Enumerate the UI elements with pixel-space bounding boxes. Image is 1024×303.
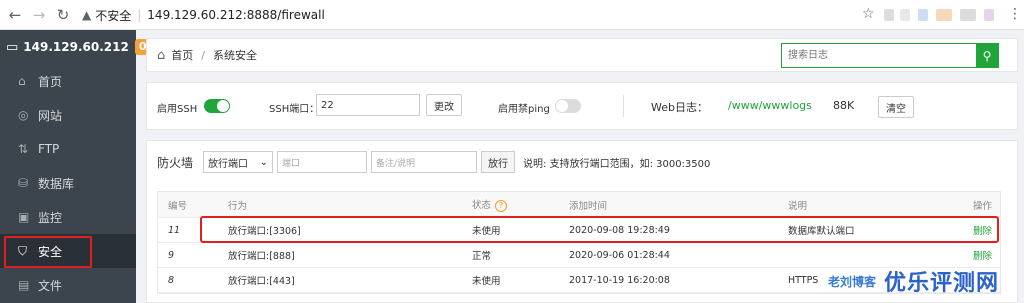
row-highlight-box: [200, 216, 999, 243]
browser-menu-icon[interactable]: ⋮: [1008, 6, 1022, 22]
search-input[interactable]: [782, 44, 976, 67]
firewall-title: 防火墙: [157, 155, 194, 170]
firewall-form: 防火墙 放行端口 ⌄ 端口 备注/说明 放行 说明: 支持放行端口范围，如: 30…: [157, 151, 710, 173]
ftp-icon: ⇅: [18, 142, 29, 156]
ssh-toggle-label: 启用SSH: [157, 104, 198, 115]
sidebar-item-label: 文件: [38, 278, 63, 293]
col-note: 说明: [788, 200, 808, 212]
server-header: ▭ 149.129.60.212 0: [0, 30, 151, 64]
col-id: 编号: [168, 200, 188, 212]
extension-icon[interactable]: [918, 9, 928, 21]
action-select[interactable]: 放行端口 ⌄: [203, 151, 274, 173]
note-input[interactable]: 备注/说明: [371, 151, 478, 173]
extension-icon[interactable]: [984, 9, 994, 21]
extension-icon[interactable]: [936, 9, 952, 21]
row-id: 11: [168, 224, 181, 236]
sidebar-item-label: 网站: [38, 108, 63, 123]
row-note: HTTPS: [788, 274, 819, 286]
folder-icon: ▤: [18, 278, 30, 292]
address-separator: |: [137, 8, 142, 22]
sidebar-item-ftp[interactable]: ⇅ FTP: [0, 132, 136, 166]
weblog-path[interactable]: /www/wwwlogs: [728, 99, 812, 112]
sidebar-item-monitor[interactable]: ▣ 监控: [0, 200, 136, 234]
breadcrumb-current: 系统安全: [212, 49, 257, 62]
allow-button[interactable]: 放行: [481, 151, 516, 173]
col-action: 行为: [228, 200, 248, 212]
weblog-size: 88K: [833, 99, 855, 112]
col-status-label: 状态: [472, 200, 492, 211]
row-action: 放行端口:[443]: [228, 276, 295, 287]
ping-toggle-label: 启用禁ping: [498, 104, 550, 115]
watermark-small: 老刘博客: [828, 274, 877, 289]
breadcrumb-home[interactable]: 首页: [171, 47, 193, 63]
chevron-down-icon: ⌄: [259, 156, 269, 168]
home-icon: ⌂: [18, 74, 26, 88]
weblog-label: Web日志：: [651, 101, 708, 114]
security-highlight-box: [4, 236, 92, 268]
breadcrumb: ⌂ 首页 / 系统安全 ⚲: [146, 38, 1018, 72]
delete-link[interactable]: 删除: [973, 248, 992, 262]
col-status: 状态?: [472, 197, 508, 212]
database-icon: ⛁: [18, 176, 29, 190]
settings-toolbar: 启用SSH SSH端口： 22 更改 启用禁ping Web日志： /www/w…: [146, 82, 1018, 130]
security-label: 不安全: [95, 8, 132, 23]
back-icon[interactable]: ←: [4, 4, 26, 26]
row-time: 2017-10-19 16:20:08: [569, 274, 670, 286]
watermark-big: 优乐评测网: [884, 271, 1000, 296]
ping-toggle[interactable]: [555, 99, 581, 113]
row-id: 8: [168, 274, 175, 286]
bookmark-star-icon[interactable]: ☆: [862, 6, 875, 22]
reload-icon[interactable]: ↻: [52, 4, 74, 26]
sidebar-item-files[interactable]: ▤ 文件: [0, 268, 136, 302]
monitor-icon: ▭: [6, 39, 19, 55]
sidebar-item-label: FTP: [38, 142, 60, 156]
help-icon[interactable]: ?: [495, 200, 508, 212]
extension-icon[interactable]: [884, 9, 894, 21]
table-header: 编号 行为 状态? 添加时间 说明 操作: [158, 192, 1000, 218]
home-icon[interactable]: ⌂: [157, 48, 165, 63]
row-id: 9: [168, 249, 175, 261]
row-action: 放行端口:[888]: [228, 251, 295, 262]
sidebar-item-database[interactable]: ⛁ 数据库: [0, 166, 136, 200]
address-bar[interactable]: ▲ 不安全 | 149.129.60.212:8888/firewall: [82, 4, 852, 26]
watermark: 老刘博客 优乐评测网: [828, 262, 999, 300]
col-time: 添加时间: [569, 200, 608, 212]
url-text: 149.129.60.212:8888/firewall: [147, 8, 325, 22]
extension-icon[interactable]: [900, 9, 910, 21]
search-icon[interactable]: ⚲: [976, 44, 998, 67]
sidebar-item-label: 数据库: [38, 176, 75, 191]
col-op: 操作: [972, 200, 992, 212]
port-input[interactable]: 端口: [277, 151, 368, 173]
extension-icon[interactable]: [960, 9, 976, 21]
sidebar-item-home[interactable]: ⌂ 首页: [0, 64, 136, 98]
sidebar-item-label: 首页: [38, 74, 63, 89]
row-status: 正常: [472, 251, 492, 262]
browser-toolbar: ← → ↻ ▲ 不安全 | 149.129.60.212:8888/firewa…: [0, 0, 1024, 30]
firewall-hint: 说明: 支持放行端口范围，如: 3000:3500: [523, 158, 711, 170]
sidebar-item-website[interactable]: ◎ 网站: [0, 98, 136, 132]
monitor-icon: ▣: [18, 210, 30, 224]
forward-icon[interactable]: →: [28, 4, 50, 26]
divider: [623, 95, 624, 117]
ssh-port-input[interactable]: 22: [316, 94, 420, 116]
sidebar-item-label: 监控: [38, 210, 63, 225]
row-time: 2020-09-06 01:28:44: [569, 249, 670, 261]
clear-logs-button[interactable]: 清空: [878, 96, 914, 118]
globe-icon: ◎: [18, 108, 29, 122]
log-search: ⚲: [781, 43, 999, 68]
warning-icon: ▲: [82, 8, 92, 22]
ssh-port-label: SSH端口：: [269, 104, 320, 115]
row-status: 未使用: [472, 276, 501, 287]
change-port-button[interactable]: 更改: [426, 94, 462, 116]
action-select-value: 放行端口: [208, 158, 249, 170]
breadcrumb-separator: /: [201, 48, 205, 62]
ssh-toggle[interactable]: [204, 99, 230, 113]
server-ip: 149.129.60.212: [23, 40, 129, 54]
